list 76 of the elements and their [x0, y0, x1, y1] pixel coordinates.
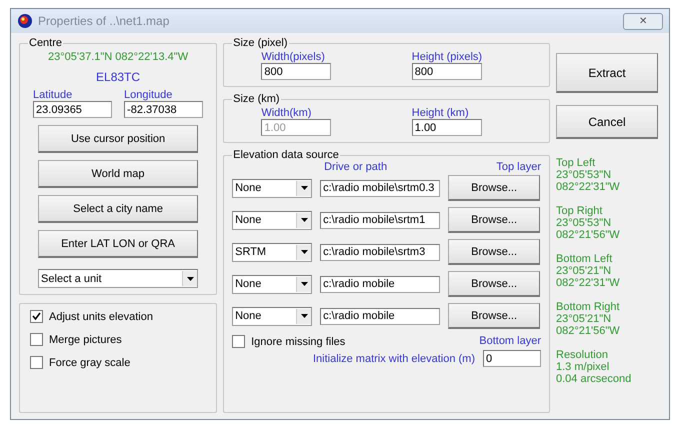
- browse-button[interactable]: Browse...: [448, 303, 540, 329]
- info-text: 0.04 arcsecond: [556, 373, 632, 385]
- caret-icon: [300, 218, 308, 222]
- field-label: Width(pixels): [261, 51, 325, 63]
- checkbox-label: Adjust units elevation: [49, 310, 153, 322]
- info-text: 082°21'56"W: [556, 229, 621, 241]
- info-text: 082°22'31"W: [556, 277, 621, 289]
- info-text: Top Left: [556, 157, 596, 169]
- locator-code: EL83TC: [96, 70, 140, 84]
- info-text: Top Right: [556, 205, 604, 217]
- source-dropdown[interactable]: None: [232, 274, 312, 294]
- source-dropdown[interactable]: None: [232, 210, 312, 230]
- info-text: Bottom Right: [556, 301, 621, 313]
- action-button[interactable]: Use cursor position: [38, 125, 198, 153]
- checkbox[interactable]: [232, 335, 246, 348]
- path-field[interactable]: c:\radio mobile\srtm0.3: [320, 180, 440, 196]
- action-button[interactable]: World map: [38, 160, 198, 188]
- browse-button[interactable]: Browse...: [448, 175, 540, 201]
- dialog-button[interactable]: Extract: [556, 53, 658, 93]
- browse-button[interactable]: Browse...: [448, 239, 540, 265]
- size-field[interactable]: 1.00: [412, 119, 482, 136]
- size-field[interactable]: 800: [261, 63, 332, 80]
- group-legend: Size (km): [232, 93, 281, 105]
- path-field[interactable]: c:\radio mobile\srtm3: [320, 244, 440, 260]
- layer-label: Top layer: [496, 161, 541, 173]
- info-text: 23°05'21"N: [556, 265, 612, 277]
- field-label: Initialize matrix with elevation (m): [313, 352, 475, 364]
- info-text: 082°22'31"W: [556, 181, 621, 193]
- group-legend: Centre: [28, 37, 64, 49]
- elevation-field[interactable]: 0: [483, 350, 541, 367]
- field-label: Longitude: [124, 89, 174, 101]
- checkbox[interactable]: [30, 310, 43, 323]
- info-text: 23°05'53"N: [556, 169, 612, 181]
- source-dropdown[interactable]: None: [232, 306, 312, 326]
- group-legend: Elevation data source: [232, 149, 340, 161]
- caret-icon: [300, 186, 308, 190]
- checkbox[interactable]: [30, 333, 43, 346]
- checkbox-label: Merge pictures: [49, 334, 122, 346]
- globe-icon: [17, 13, 33, 29]
- action-button[interactable]: Select a city name: [38, 195, 198, 223]
- info-text: Resolution: [556, 349, 609, 361]
- field-label: Width(km): [261, 107, 312, 119]
- info-text: 23°05'53"N: [556, 217, 612, 229]
- centre-coordinates: 23°05'37.1"N 082°22'13.4"W: [48, 51, 188, 63]
- info-text: 23°05'21"N: [556, 313, 612, 325]
- dialog-button[interactable]: Cancel: [556, 105, 658, 139]
- field-label: Latitude: [33, 89, 74, 101]
- path-field[interactable]: c:\radio mobile\srtm1: [320, 212, 440, 228]
- field-label: Height (pixels): [412, 51, 482, 63]
- column-header: Drive or path: [324, 161, 388, 173]
- info-text: 082°21'56"W: [556, 325, 621, 337]
- info-text: Bottom Left: [556, 253, 614, 265]
- window-title: Properties of ..\net1.map: [38, 14, 170, 28]
- checkbox-label: Force gray scale: [49, 356, 130, 368]
- caret-icon: [300, 314, 308, 318]
- caret-icon: [300, 282, 308, 286]
- field-label: Height (km): [412, 107, 469, 119]
- unit-dropdown[interactable]: Select a unit: [38, 269, 198, 288]
- path-field[interactable]: c:\radio mobile: [320, 308, 440, 324]
- checkbox-label: Ignore missing files: [251, 336, 346, 348]
- caret-icon: [186, 276, 194, 280]
- action-button[interactable]: Enter LAT LON or QRA: [38, 230, 198, 258]
- latitude-field[interactable]: 23.09365: [33, 101, 112, 118]
- group-legend: Size (pixel): [232, 37, 289, 49]
- longitude-field[interactable]: -82.37038: [124, 101, 204, 118]
- info-text: 1.3 m/pixel: [556, 361, 610, 373]
- layer-label: Bottom layer: [479, 335, 541, 348]
- close-button[interactable]: ✕: [623, 12, 663, 30]
- checkbox[interactable]: [30, 356, 43, 369]
- path-field[interactable]: c:\radio mobile: [320, 276, 440, 292]
- caret-icon: [300, 250, 308, 254]
- source-dropdown[interactable]: SRTM: [232, 242, 312, 262]
- size-field[interactable]: 800: [412, 63, 482, 80]
- browse-button[interactable]: Browse...: [448, 271, 540, 297]
- browse-button[interactable]: Browse...: [448, 207, 540, 233]
- source-dropdown[interactable]: None: [232, 178, 312, 198]
